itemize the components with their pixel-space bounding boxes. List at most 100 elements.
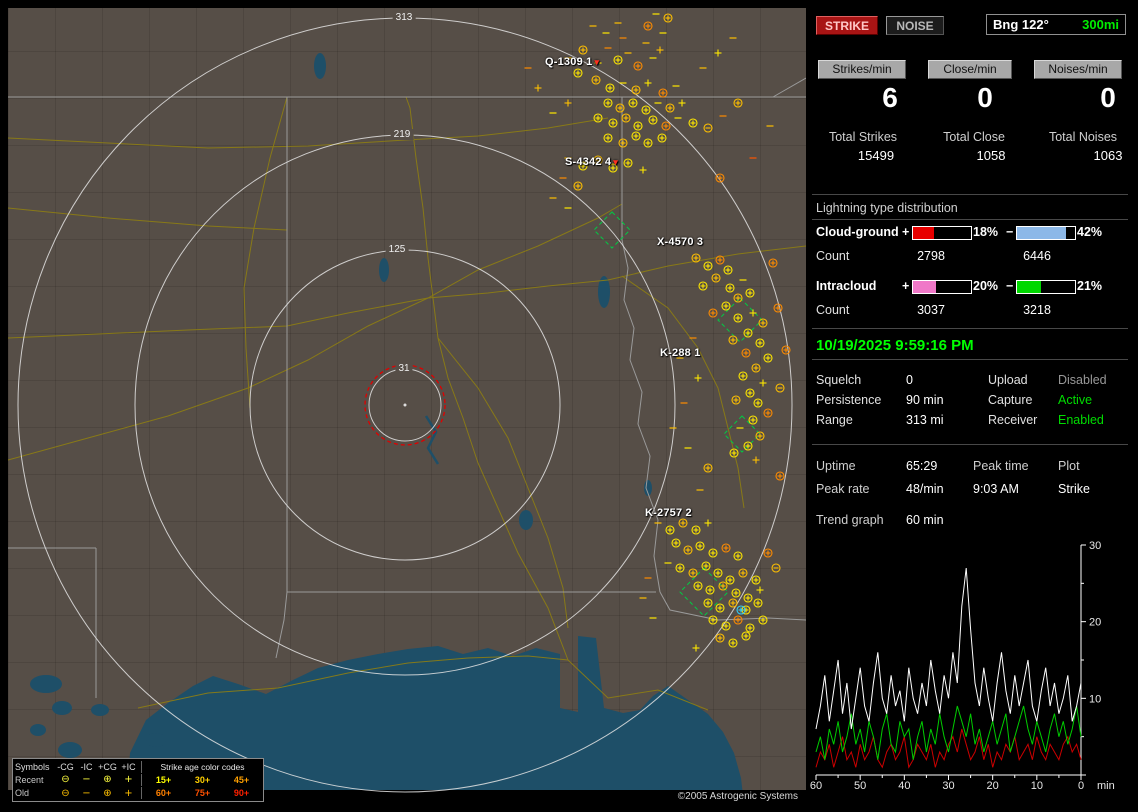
circle-plus-icon: ⊕	[103, 787, 112, 799]
squelch-value: 0	[906, 373, 913, 387]
total-close-label: Total Close	[943, 130, 1005, 144]
ic-count-label: Count	[816, 303, 850, 317]
minus-sign: −	[1006, 225, 1014, 239]
bearing-range-display: Bng 122° 300mi	[986, 14, 1126, 35]
water-layer	[30, 53, 744, 804]
legend-age-15: 15+	[155, 774, 172, 785]
capture-status: Active	[1058, 393, 1093, 407]
legend-col-pos-ic: +IC	[121, 761, 136, 772]
noises-per-min-chip[interactable]: Noises/min	[1034, 60, 1122, 79]
cg-count-label: Count	[816, 249, 850, 263]
divider	[812, 194, 1128, 195]
persistence-label: Persistence	[816, 393, 882, 407]
legend-divider	[141, 773, 142, 786]
cg-plus-pct: 18%	[973, 225, 999, 239]
storm-cell-label: X-4570 3	[657, 236, 704, 248]
ic-minus-count: 3218	[1023, 303, 1051, 317]
legend-age-60: 60+	[155, 788, 172, 799]
range-ring-label: 219	[390, 129, 414, 140]
range-label: Range	[816, 413, 853, 427]
svg-text:60: 60	[810, 780, 822, 792]
divider	[812, 328, 1128, 329]
circle-plus-icon: ⊕	[103, 774, 112, 786]
cloud-ground-label: Cloud-ground	[816, 225, 899, 239]
trend-graph: 30 20 10 60 50 40 30 20 10 0 min	[810, 540, 1115, 792]
svg-text:30: 30	[942, 780, 954, 792]
circle-minus-icon: ⊖	[61, 787, 70, 799]
datetime-display: 10/19/2025 9:59:16 PM	[816, 337, 974, 354]
plus-sign: +	[902, 225, 910, 239]
plot-label: Plot	[1058, 459, 1080, 473]
strikes-layer	[524, 13, 791, 652]
receiver-status: Enabled	[1058, 413, 1104, 427]
divider	[812, 219, 1128, 220]
range-ring-label: 125	[385, 244, 409, 255]
storm-cell-label: S-4342 4 ▾	[565, 156, 618, 168]
noises-per-min-value: 0	[1100, 82, 1116, 113]
map-legend: Symbols -CG -IC +CG +IC Strike age color…	[12, 758, 264, 802]
plus-sign: +	[902, 279, 910, 293]
svg-text:30: 30	[1089, 540, 1101, 552]
strikes-per-min-chip[interactable]: Strikes/min	[818, 60, 906, 79]
plot-value: Strike	[1058, 482, 1090, 496]
storm-cell-label: K-288 1	[660, 347, 701, 359]
legend-age-header: Strike age color codes	[160, 761, 245, 772]
divider	[812, 444, 1128, 445]
copyright-text: ©2005 Astrogenic Systems	[677, 791, 798, 802]
svg-text:10: 10	[1031, 780, 1043, 792]
legend-col-pos-cg: +CG	[98, 761, 117, 772]
ic-minus-bar	[1016, 280, 1076, 294]
legend-col-neg-ic: -IC	[80, 761, 93, 772]
range-ring-label: 313	[392, 12, 416, 23]
legend-row-recent-label: Recent	[15, 774, 44, 785]
circle-minus-icon: ⊖	[61, 774, 70, 786]
peak-rate-label: Peak rate	[816, 482, 870, 496]
plus-icon: +	[124, 774, 133, 786]
storm-cell-label: Q-1309 1 ▾	[545, 56, 600, 68]
ic-plus-bar	[912, 280, 972, 294]
map-layers	[8, 13, 806, 804]
trend-window-value: 60 min	[906, 513, 944, 527]
minus-icon: −	[82, 787, 91, 799]
total-noises-value: 1063	[1093, 148, 1123, 163]
ic-plus-count: 3037	[917, 303, 945, 317]
svg-text:20: 20	[987, 780, 999, 792]
total-close-value: 1058	[976, 148, 1006, 163]
lightning-map[interactable]: 313 219 125 31 Q-1309 1 ▾ S-4342 4 ▾ X-4570 …	[8, 8, 806, 804]
state-borders-layer	[8, 77, 806, 698]
range-setting: 313 mi	[906, 413, 944, 427]
strike-filter-button[interactable]: STRIKE	[816, 16, 878, 35]
legend-age-90: 90+	[233, 788, 250, 799]
cg-plus-bar	[912, 226, 972, 240]
status-panel: STRIKE NOISE Bng 122° 300mi Strikes/min …	[810, 8, 1132, 804]
svg-text:10: 10	[1089, 693, 1101, 705]
receiver-label: Receiver	[988, 413, 1038, 427]
trend-graph-label: Trend graph	[816, 513, 884, 527]
peak-time-value: 9:03 AM	[973, 482, 1019, 496]
legend-col-neg-cg: -CG	[57, 761, 74, 772]
legend-divider	[141, 787, 142, 800]
range-value: 300mi	[1082, 17, 1119, 32]
svg-text:20: 20	[1089, 617, 1101, 629]
divider	[812, 359, 1128, 360]
noise-filter-button[interactable]: NOISE	[886, 16, 944, 35]
svg-text:50: 50	[854, 780, 866, 792]
total-strikes-value: 15499	[857, 148, 895, 163]
legend-symbols-header: Symbols	[15, 761, 50, 772]
svg-text:min: min	[1097, 780, 1115, 792]
bearing-value: Bng 122°	[993, 17, 1049, 32]
persistence-value: 90 min	[906, 393, 944, 407]
storm-cell-outlines-layer	[593, 211, 763, 617]
svg-text:0: 0	[1078, 780, 1084, 792]
legend-divider	[141, 760, 142, 773]
close-per-min-value: 0	[977, 82, 993, 113]
strikes-per-min-value: 6	[882, 82, 898, 113]
close-per-min-chip[interactable]: Close/min	[928, 60, 1012, 79]
distribution-title: Lightning type distribution	[816, 201, 958, 215]
cg-minus-pct: 42%	[1077, 225, 1103, 239]
capture-label: Capture	[988, 393, 1033, 407]
legend-age-75: 75+	[194, 788, 211, 799]
ic-minus-pct: 21%	[1077, 279, 1103, 293]
svg-text:40: 40	[898, 780, 910, 792]
upload-status: Disabled	[1058, 373, 1107, 387]
